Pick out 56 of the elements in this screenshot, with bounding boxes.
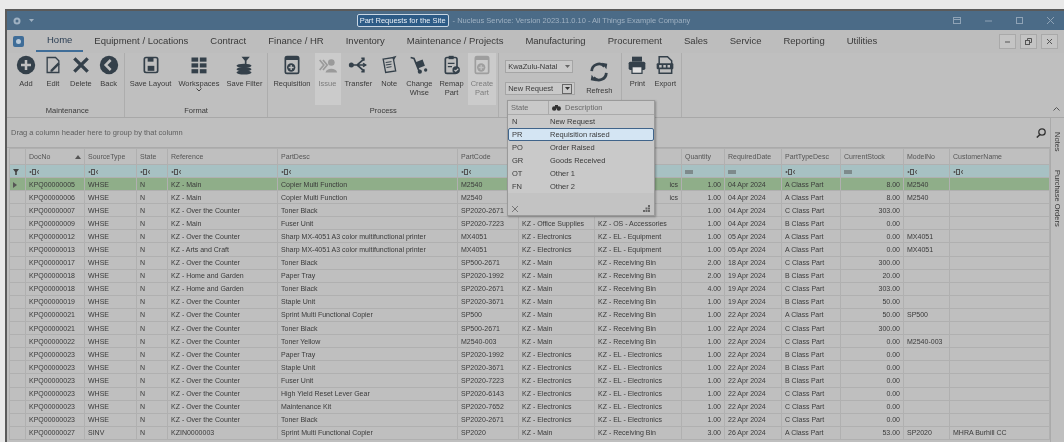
text-filter-icon bbox=[29, 168, 40, 175]
restore-button[interactable] bbox=[1020, 34, 1037, 49]
printer-icon bbox=[627, 55, 648, 75]
plus-icon bbox=[16, 55, 36, 75]
menu-tab[interactable]: Equipment / Locations bbox=[83, 32, 200, 51]
close-icon bbox=[1047, 17, 1054, 24]
close-button[interactable] bbox=[1041, 34, 1058, 49]
app-icon bbox=[15, 38, 22, 45]
menu-tab[interactable]: Home bbox=[36, 31, 84, 52]
text-filter-icon bbox=[953, 168, 964, 175]
menu-tab[interactable]: Procurement bbox=[596, 32, 673, 51]
menu-tab[interactable]: Utilities bbox=[835, 32, 889, 51]
back-icon bbox=[98, 55, 119, 75]
text-filter-icon bbox=[785, 168, 796, 175]
restore-icon bbox=[1025, 38, 1032, 45]
menu-tab[interactable]: Manufacturing bbox=[514, 32, 597, 51]
text-filter-icon bbox=[171, 168, 182, 175]
menu-tab[interactable]: Contract bbox=[199, 32, 258, 51]
layout-icon bbox=[953, 17, 961, 24]
menu-tab[interactable]: Service bbox=[718, 32, 773, 51]
chevron-down-icon bbox=[195, 88, 202, 92]
equals-icon bbox=[844, 169, 852, 174]
caret-icon bbox=[29, 18, 34, 23]
equals-icon bbox=[685, 169, 693, 174]
menu-tab[interactable]: Inventory bbox=[334, 32, 396, 51]
chevron-up-icon bbox=[1053, 106, 1060, 111]
branch-arrows-icon bbox=[348, 55, 369, 75]
close-icon bbox=[1046, 38, 1053, 45]
minimize-icon bbox=[1004, 38, 1011, 45]
filter-icon bbox=[13, 168, 19, 175]
maximize-icon bbox=[1016, 17, 1023, 24]
cross-icon bbox=[70, 55, 91, 75]
caret-icon bbox=[564, 87, 570, 90]
search-icon bbox=[1036, 127, 1046, 138]
menu-tab[interactable]: Maintenance / Projects bbox=[395, 32, 515, 51]
resize-grip-icon bbox=[643, 205, 650, 212]
close-icon bbox=[512, 206, 518, 212]
app-menu-button[interactable] bbox=[13, 36, 24, 47]
menu-tab[interactable]: Finance / HR bbox=[257, 32, 335, 51]
spreadsheet-icon bbox=[655, 55, 676, 75]
text-filter-icon bbox=[907, 168, 918, 175]
menu-tab[interactable]: Sales bbox=[673, 32, 719, 51]
minimize-icon bbox=[985, 17, 992, 24]
app-icon bbox=[13, 16, 21, 25]
text-filter-icon bbox=[140, 168, 151, 175]
binoculars-icon bbox=[552, 104, 561, 111]
equals-icon bbox=[728, 169, 736, 174]
menu-tab[interactable]: Reporting bbox=[772, 32, 836, 51]
refresh-icon bbox=[588, 61, 611, 83]
caret-icon bbox=[565, 65, 571, 68]
sort-ascending-icon bbox=[75, 154, 81, 159]
hand-truck-icon bbox=[409, 55, 430, 75]
text-filter-icon bbox=[88, 168, 99, 175]
current-row-icon bbox=[13, 181, 17, 188]
text-filter-icon bbox=[461, 168, 472, 175]
text-filter-icon bbox=[281, 168, 292, 175]
